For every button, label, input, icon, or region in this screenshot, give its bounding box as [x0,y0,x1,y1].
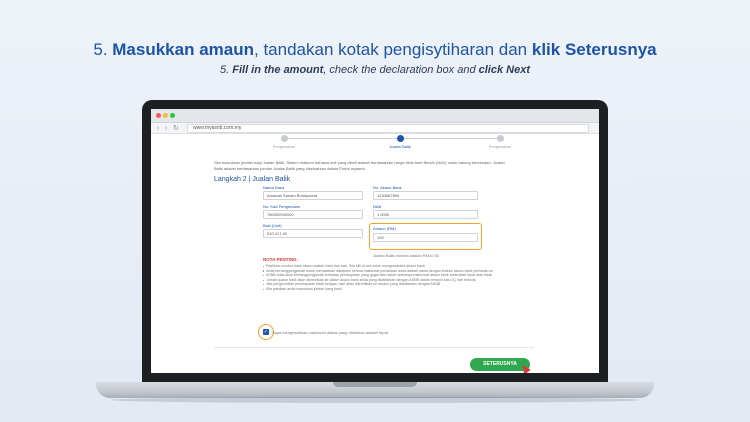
heading-ms-bold2: klik Seterusnya [531,40,657,59]
bank-account-label: No. Akaun Bank [373,185,402,190]
heading-en-part1: 5. [220,64,233,76]
url-field[interactable]: www.myasnb.com.my [187,124,589,133]
heading-en-bold1: Fill in the amount [232,64,324,76]
window-close-icon[interactable] [156,113,161,118]
heading-ms-part2: , tandakan kotak pengisytiharan dan [254,40,532,59]
fund-name-label: Nama Dana [263,185,285,190]
forward-arrow-icon[interactable]: › [165,124,167,133]
browser-title-bar [151,109,599,123]
redemption-page: Pengesahan Jualan Balik Pengesahan Sila … [151,134,599,373]
step-label-2: Jualan Balik [389,144,411,149]
notes-list: Pastikan nombor bank akaun adalah betul … [263,264,493,292]
step-connector [404,138,500,139]
heading-ms-part1: 5. [93,40,113,59]
step-connector [284,138,400,139]
reload-icon[interactable]: ↻ [173,124,179,133]
intro-text: Sila masukkan jumlah bagi Jualan Balik. … [214,160,505,171]
instruction-heading-english: 5. Fill in the amount, check the declara… [0,64,750,76]
amount-label: Amaun (RM) [373,226,396,231]
nav-label: NAB [373,204,382,209]
amount-hint: Jualan Balik minima adalah RM10.00 [373,253,440,258]
laptop-shadow [110,397,640,403]
step-label-3: Pengesahan [488,144,512,149]
progress-stepper: Pengesahan Jualan Balik Pengesahan [151,134,599,154]
heading-ms-bold1: Masukkan amaun [112,40,254,59]
note-item: Sila pastikan anda masukkan jumlah yang … [263,287,493,292]
heading-en-part2: , check the declaration box and [323,64,479,76]
ic-number-field[interactable]: 780000000000 [263,210,363,219]
step-dot-1 [281,135,288,142]
instruction-heading-malay: 5. Masukkan amaun, tandakan kotak pengis… [0,40,750,60]
window-maximize-icon[interactable] [170,113,175,118]
balance-label: Baki (Unit) [263,223,282,228]
amount-input[interactable]: 100 [373,233,478,242]
heading-en-bold2: click Next [478,64,530,76]
laptop-screen: ‹ › ↻ www.myasnb.com.my Pengesahan Juala… [151,109,599,373]
section-title: Langkah 2 | Jualan Balik [214,176,291,183]
ic-number-label: No. Kad Pengenalan [263,204,300,209]
window-minimize-icon[interactable] [163,113,168,118]
nav-field[interactable]: 1.0000 [373,210,478,219]
step-label-1: Pengesahan [272,144,296,149]
declaration-text: Saya mengesahkan maklumat diatas yang di… [272,330,388,335]
balance-field[interactable]: 510,417.40 [263,229,363,238]
back-arrow-icon[interactable]: ‹ [157,124,159,133]
declaration-checkbox[interactable]: ✓ [263,329,269,335]
browser-address-row: ‹ › ↻ www.myasnb.com.my [151,123,599,134]
step-dot-3 [497,135,504,142]
step-dot-2 [397,135,404,142]
divider [214,347,534,348]
notes-title: NOTA PENTING: [263,257,298,262]
laptop-notch [333,382,417,387]
bank-account-field[interactable]: 1234567890 [373,191,478,200]
fund-name-field[interactable]: Amanah Saham Bumiputera [263,191,363,200]
